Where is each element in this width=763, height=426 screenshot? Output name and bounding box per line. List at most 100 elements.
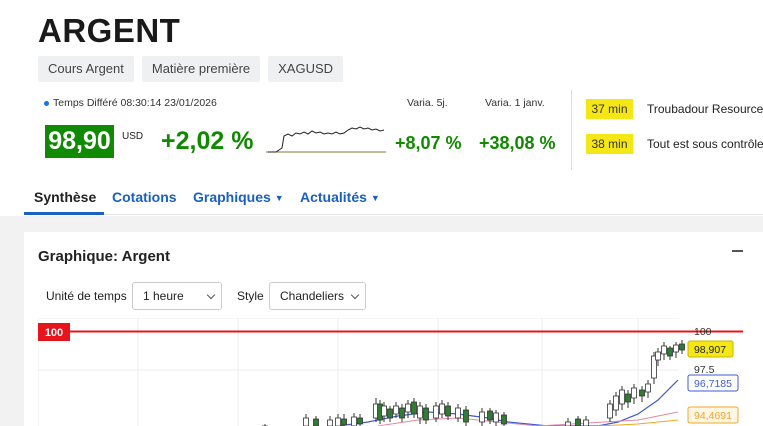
candle-body	[639, 389, 645, 397]
news-headline[interactable]: Tout est sous contrôle	[647, 137, 763, 151]
var-5d-value: +8,07 %	[395, 133, 462, 153]
candlestick	[565, 418, 571, 426]
tab-bar: Synthèse Cotations Graphiques ▼ Actualité…	[24, 189, 763, 215]
candlestick	[645, 380, 651, 398]
tag-list: Cours Argent Matière première XAGUSD	[38, 56, 344, 82]
candlestick	[423, 404, 429, 424]
price-marker-label: 96,7185	[694, 378, 732, 390]
candlestick	[501, 412, 507, 426]
interval-select[interactable]: 1 heure	[132, 282, 222, 310]
news-time: 38 min	[586, 134, 633, 154]
collapse-icon[interactable]	[732, 250, 743, 252]
tab-graphiques[interactable]: Graphiques ▼	[193, 189, 284, 205]
tab-label: Cotations	[112, 189, 177, 205]
candlestick	[667, 346, 673, 360]
price-chart[interactable]: 100 100 97.5 98,907 96,7185 94,4691	[38, 318, 743, 426]
candlestick	[387, 406, 393, 422]
candlestick	[631, 384, 637, 404]
tab-label: Actualités	[300, 189, 367, 205]
candle-body	[341, 418, 347, 426]
candle-body	[393, 405, 399, 415]
intraday-sparkline	[266, 126, 386, 153]
caret-down-icon: ▼	[274, 193, 284, 203]
candle-body	[303, 417, 309, 426]
candlestick	[661, 342, 667, 360]
candlestick	[399, 404, 405, 422]
candle-body	[463, 409, 469, 423]
candle-body	[327, 419, 333, 426]
candlestick	[341, 414, 347, 426]
interval-label: Unité de temps	[46, 289, 127, 303]
candlestick	[619, 386, 625, 410]
candle-body	[313, 418, 319, 426]
candlestick	[607, 400, 613, 422]
candlestick	[313, 416, 319, 426]
candlestick	[335, 414, 341, 426]
candlesticks	[262, 340, 685, 426]
candle-body	[565, 421, 571, 426]
tag-matiere-premiere[interactable]: Matière première	[141, 56, 261, 82]
price-marker-label: 98,907	[694, 344, 726, 356]
news-time: 37 min	[586, 99, 633, 119]
style-label: Style	[237, 289, 264, 303]
candle-body	[645, 383, 651, 393]
tab-cotations[interactable]: Cotations	[112, 189, 177, 205]
candle-body	[487, 410, 493, 421]
candlestick	[639, 386, 645, 402]
last-price: 98,90	[45, 125, 114, 158]
tab-label: Synthèse	[34, 189, 97, 205]
candle-body	[661, 345, 667, 355]
candlestick	[625, 390, 631, 408]
candle-body	[405, 403, 411, 413]
chevron-down-icon	[206, 290, 216, 300]
news-headline[interactable]: Troubadour Resource	[647, 102, 763, 116]
tab-synthese[interactable]: Synthèse	[34, 189, 96, 205]
active-tab-indicator	[24, 212, 104, 215]
candle-body	[445, 405, 451, 417]
candle-body	[433, 405, 439, 419]
candlestick	[327, 416, 333, 426]
tag-xagusd[interactable]: XAGUSD	[268, 56, 344, 82]
candle-body	[411, 401, 417, 415]
candle-body	[667, 347, 673, 357]
chart-grid	[38, 318, 678, 426]
candle-body	[351, 416, 357, 426]
candle-body	[399, 407, 405, 419]
candlestick	[613, 392, 619, 416]
candle-body	[439, 403, 445, 415]
candlestick	[439, 400, 445, 418]
candlestick	[493, 410, 499, 426]
candle-body	[607, 403, 613, 419]
var-ytd-value: +38,08 %	[479, 133, 556, 153]
candle-body	[387, 408, 393, 419]
candle-body	[357, 417, 363, 425]
divider	[571, 90, 572, 170]
daily-change: +2,02 %	[161, 127, 254, 155]
candlestick	[463, 406, 469, 426]
candlestick	[351, 413, 357, 426]
candlestick	[673, 342, 679, 358]
style-value: Chandeliers	[280, 289, 345, 303]
candle-body	[655, 351, 661, 361]
candlestick	[583, 416, 589, 426]
candle-body	[631, 387, 637, 399]
moving-averages	[337, 379, 679, 426]
chevron-down-icon	[350, 290, 360, 300]
price-marker-label: 94,4691	[694, 410, 732, 422]
var-ytd-label: Varia. 1 janv.	[485, 97, 545, 109]
axis-tick-label: 97.5	[694, 364, 715, 376]
tag-cours-argent[interactable]: Cours Argent	[38, 56, 134, 82]
var-5d-label: Varia. 5j.	[407, 97, 448, 109]
candle-body	[493, 412, 499, 423]
candlestick	[417, 402, 423, 424]
candlestick	[479, 408, 485, 426]
axis-tick-label: 100	[694, 326, 712, 338]
candlestick	[357, 414, 363, 426]
candlestick	[303, 414, 309, 426]
candlestick	[455, 404, 461, 422]
style-select[interactable]: Chandeliers	[269, 282, 366, 310]
chart-panel-title: Graphique: Argent	[38, 248, 170, 265]
candle-body	[575, 418, 581, 426]
tab-actualites[interactable]: Actualités ▼	[300, 189, 380, 205]
candle-body	[335, 417, 341, 426]
